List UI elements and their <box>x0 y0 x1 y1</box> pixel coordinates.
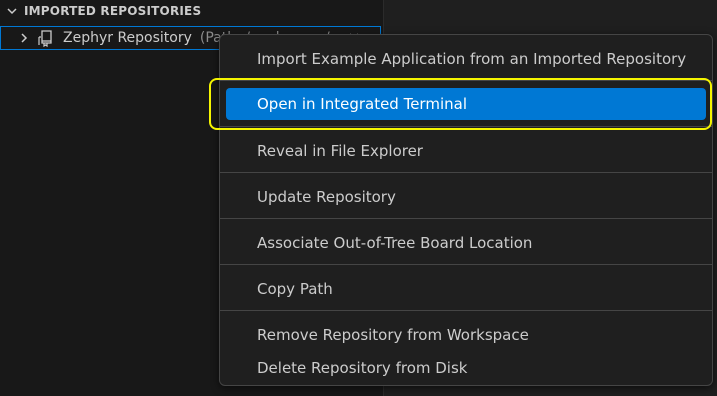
menu-item-delete-repository-from-disk[interactable]: Delete Repository from Disk <box>226 352 706 384</box>
menu-separator <box>220 264 712 265</box>
chevron-right-icon[interactable] <box>17 32 31 44</box>
menu-item-remove-repository-from-workspace[interactable]: Remove Repository from Workspace <box>226 319 706 351</box>
menu-item-open-in-integrated-terminal[interactable]: Open in Integrated Terminal <box>226 88 706 120</box>
menu-item-import-example-application[interactable]: Import Example Application from an Impor… <box>226 43 706 75</box>
menu-separator <box>220 218 712 219</box>
menu-separator <box>220 310 712 311</box>
menu-separator <box>220 126 712 127</box>
section-title: IMPORTED REPOSITORIES <box>24 4 202 18</box>
repository-icon <box>37 28 57 48</box>
menu-item-associate-out-of-tree-board-location[interactable]: Associate Out-of-Tree Board Location <box>226 227 706 259</box>
context-menu: Import Example Application from an Impor… <box>219 34 713 386</box>
menu-separator <box>220 172 712 173</box>
chevron-down-icon <box>0 5 24 17</box>
menu-item-update-repository[interactable]: Update Repository <box>226 181 706 213</box>
menu-item-reveal-in-file-explorer[interactable]: Reveal in File Explorer <box>226 135 706 167</box>
section-header-imported-repositories[interactable]: IMPORTED REPOSITORIES <box>0 0 383 22</box>
menu-item-copy-path[interactable]: Copy Path <box>226 273 706 305</box>
tree-item-label: Zephyr Repository <box>63 30 192 46</box>
menu-separator <box>220 80 712 81</box>
